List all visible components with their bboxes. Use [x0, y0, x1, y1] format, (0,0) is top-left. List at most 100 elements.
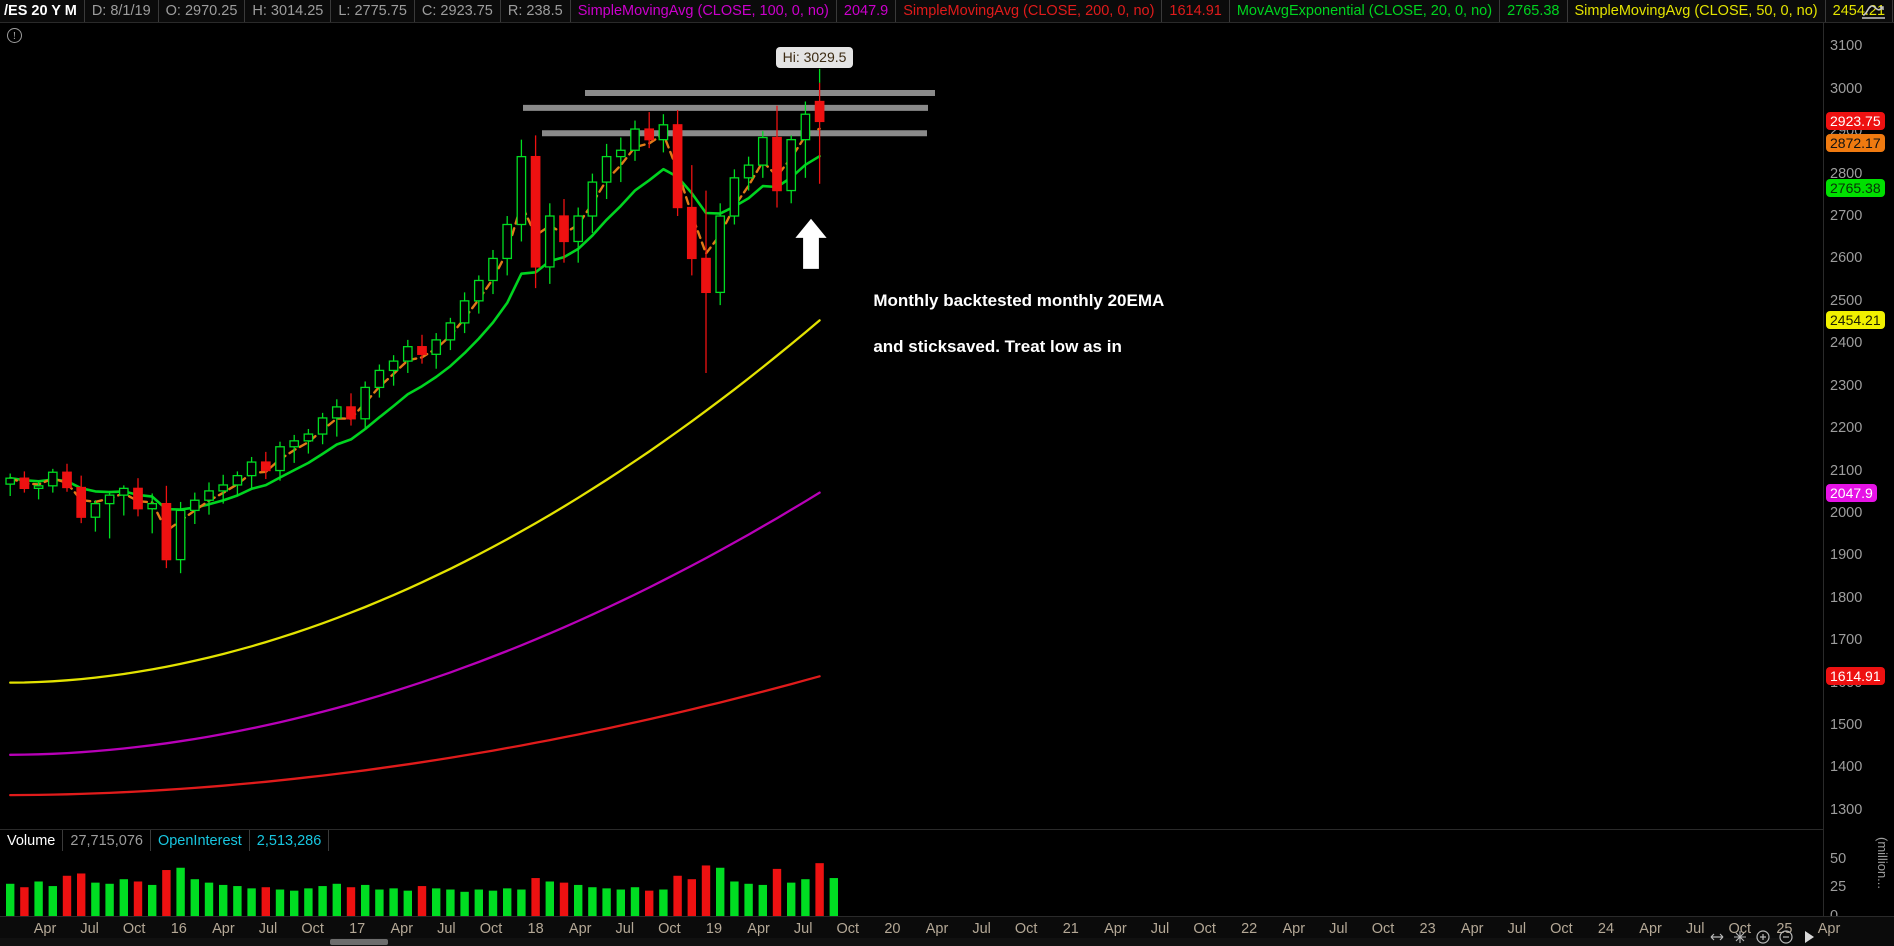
price-tick-2000: 2000 [1830, 504, 1863, 521]
candle-body [19, 477, 30, 490]
time-tick-16-3: 16 [170, 921, 187, 937]
candlestick-chart-canvas [5, 68, 935, 797]
quote-high: H: 3014.25 [245, 0, 332, 22]
volume-bar [247, 888, 256, 917]
chart-info-icon[interactable]: ! [7, 28, 22, 43]
volume-bar [190, 879, 199, 917]
time-tick-jul-37: Jul [1685, 921, 1705, 937]
volume-bar [417, 886, 427, 917]
candle-body [701, 257, 711, 294]
time-tick-jul-9: Jul [437, 921, 456, 937]
price-chart-pane[interactable]: ! Hi: 3029.5 Monthly backtested monthly … [0, 23, 1824, 829]
ema20-marker[interactable]: 2765.38 [1826, 179, 1885, 198]
study-label-sma-100[interactable]: SimpleMovingAvg (CLOSE, 100, 0, no) [571, 0, 837, 22]
sma100-marker[interactable]: 2047.9 [1826, 483, 1877, 502]
time-tick-apr-16: Apr [747, 921, 770, 937]
time-tick-17-7: 17 [349, 921, 366, 937]
candle-body [544, 215, 555, 268]
zoom-out-icon[interactable] [1779, 930, 1793, 944]
up-arrow-annotation [790, 215, 832, 278]
candle-body [189, 499, 200, 512]
volume-bar [758, 884, 767, 917]
time-tick-oct-2: Oct [122, 921, 146, 937]
candle-body [686, 206, 697, 260]
study-label-sma-50[interactable]: SimpleMovingAvg (CLOSE, 50, 0, no) [1568, 0, 1826, 22]
price-tick-2600: 2600 [1830, 250, 1863, 267]
ema8-marker[interactable]: 2872.17 [1826, 133, 1885, 152]
sma-100-line [9, 491, 821, 756]
volume-bar [204, 882, 214, 917]
horizontal-scrollbar[interactable] [0, 938, 1780, 946]
volume-bar [815, 863, 824, 917]
candle-body [346, 406, 356, 420]
openinterest-label[interactable]: OpenInterest [151, 830, 250, 851]
time-tick-oct-10: Oct [479, 921, 503, 937]
sma200-marker[interactable]: 1614.91 [1826, 667, 1885, 686]
scrollbar-thumb[interactable] [330, 939, 388, 945]
time-tick-jul-21: Jul [972, 921, 991, 937]
zoom-in-icon[interactable] [1756, 930, 1770, 944]
sma50-marker[interactable]: 2454.21 [1826, 311, 1885, 330]
candle-body [331, 406, 342, 419]
candle-body [246, 461, 257, 477]
volume-label[interactable]: Volume [0, 830, 64, 851]
volume-bar [488, 890, 498, 917]
candle-body [615, 149, 626, 158]
volume-bar [148, 884, 157, 917]
price-tick-2700: 2700 [1830, 208, 1863, 225]
snapshot-icon[interactable] [1733, 930, 1747, 944]
volume-bar [730, 881, 739, 917]
last-price-marker[interactable]: 2923.75 [1826, 112, 1885, 131]
price-axis[interactable]: 3100 3000 2900 2800 2700 2600 2500 2400 2300 2200… [1824, 23, 1894, 829]
candle-body [814, 100, 825, 123]
candle-body [33, 485, 44, 490]
time-tick-apr-0: Apr [33, 921, 57, 937]
time-tick-jul-33: Jul [1507, 921, 1527, 937]
time-tick-apr-40: Apr [1817, 921, 1841, 937]
chart-curve-icon[interactable] [1857, 1, 1891, 22]
time-tick-19-15: 19 [705, 921, 723, 937]
volume-bar [318, 886, 327, 917]
volume-bar [801, 879, 810, 917]
high-price-callout: Hi: 3029.5 [775, 46, 854, 68]
study-value-sma-200: 1614.91 [1162, 0, 1230, 22]
volume-bar [290, 890, 299, 917]
openinterest-value: 2,513,286 [250, 830, 330, 851]
price-tick-3100: 3100 [1830, 38, 1863, 55]
volume-bar [701, 865, 711, 917]
volume-info-bar: Volume 27,715,076 OpenInterest 2,513,286 [0, 830, 330, 851]
candle-body [772, 136, 782, 192]
expand-horizontal-icon[interactable] [1710, 930, 1724, 944]
volume-axis-caption: (million... [1875, 837, 1890, 890]
sma-50-line [9, 319, 821, 684]
candle-body [133, 487, 143, 510]
volume-bar [716, 867, 725, 917]
candle-body [729, 177, 740, 217]
volume-bar [531, 878, 540, 917]
ema-8-line [8, 127, 821, 533]
study-label-sma-200[interactable]: SimpleMovingAvg (CLOSE, 200, 0, no) [896, 0, 1163, 22]
candle-body [743, 164, 754, 179]
symbol-label[interactable]: /ES 20 Y M [0, 0, 85, 22]
volume-bar [219, 884, 228, 917]
time-tick-oct-6: Oct [301, 921, 324, 937]
time-tick-21-23: 21 [1062, 921, 1079, 937]
volume-axis[interactable]: (million... 50250 [1824, 829, 1894, 924]
price-tick-1800: 1800 [1830, 589, 1863, 606]
volume-bar [233, 886, 242, 917]
volume-pane[interactable]: Volume 27,715,076 OpenInterest 2,513,286 [0, 829, 1824, 917]
volume-bar [91, 882, 100, 917]
candle-body [232, 474, 243, 486]
price-tick-1400: 1400 [1830, 759, 1863, 776]
play-forward-icon[interactable] [1802, 930, 1816, 944]
time-tick-apr-20: Apr [925, 921, 949, 937]
price-tick-1300: 1300 [1830, 801, 1863, 818]
study-label-ema-20[interactable]: MovAvgExponential (CLOSE, 20, 0, no) [1230, 0, 1501, 22]
volume-bar [602, 888, 611, 917]
candle-body [672, 124, 683, 209]
volume-bar [162, 870, 171, 917]
time-tick-20-19: 20 [884, 921, 901, 937]
volume-bar [645, 890, 654, 917]
candle-body [104, 494, 115, 505]
quote-open: O: 2970.25 [159, 0, 246, 22]
